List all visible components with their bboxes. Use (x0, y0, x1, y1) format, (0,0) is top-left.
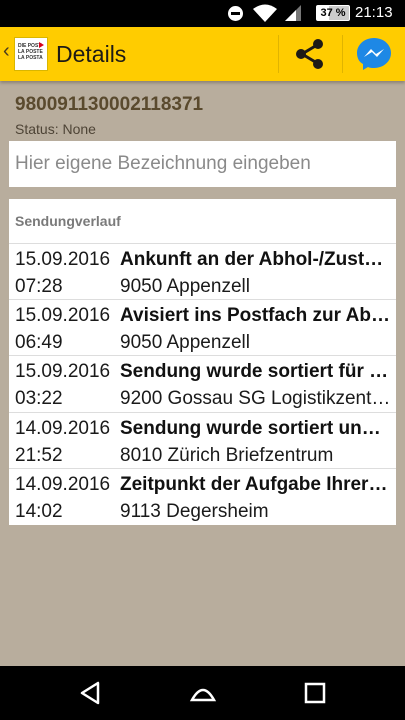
history-date: 15.09.2016 (15, 249, 111, 270)
history-time: 03:22 (15, 388, 63, 410)
history-row[interactable]: 15.09.2016 Sendung wurde sortiert für Zu… (9, 356, 396, 413)
divider (278, 35, 279, 73)
history-location: 9200 Gossau SG Logistikzentrum (120, 388, 392, 410)
history-location: 9050 Appenzell (120, 332, 250, 354)
history-row[interactable]: 15.09.2016 Ankunft an der Abhol-/Zustell… (9, 244, 396, 301)
logo-line: LA POSTA (18, 55, 43, 61)
history-time: 07:28 (15, 276, 63, 297)
app-bar: ‹ DIE POST LA POSTE LA POSTA Details (0, 27, 405, 81)
back-triangle-icon[interactable] (76, 678, 106, 708)
wifi-icon (253, 4, 277, 22)
history-time: 21:52 (15, 444, 63, 466)
history-time: 14:02 (15, 500, 63, 522)
history-date: 15.09.2016 (15, 361, 111, 383)
history-event: Zeitpunkt der Aufgabe Ihrer Sendung (120, 473, 392, 495)
history-event: Sendung wurde sortiert für Zustellung (120, 361, 392, 383)
history-location: 9113 Degersheim (120, 500, 269, 522)
history-row[interactable]: 14.09.2016 Zeitpunkt der Aufgabe Ihrer S… (9, 469, 396, 525)
history-time: 06:49 (15, 332, 63, 354)
history-date: 14.09.2016 (15, 417, 111, 439)
history-row[interactable]: 15.09.2016 Avisiert ins Postfach zur Abh… (9, 300, 396, 357)
history-event: Avisiert ins Postfach zur Abholung (120, 305, 392, 327)
history-row[interactable]: 14.09.2016 Sendung wurde sortiert und we… (9, 413, 396, 469)
battery-icon: 37 % (316, 5, 350, 21)
logo-arrow (39, 42, 44, 48)
history-date: 14.09.2016 (15, 473, 111, 495)
page-title: Details (56, 41, 127, 67)
up-navigation-chevron-icon[interactable]: ‹ (3, 40, 10, 63)
signal-icon (285, 5, 301, 21)
shipment-history-card: Sendungverlauf 15.09.2016 Ankunft an der… (9, 199, 396, 525)
divider (342, 35, 343, 73)
post-logo[interactable]: DIE POST LA POSTE LA POSTA (14, 37, 48, 71)
history-location: 9050 Appenzell (120, 276, 250, 297)
history-event: Sendung wurde sortiert und weitergeleite… (120, 417, 392, 439)
history-header: Sendungverlauf (9, 199, 396, 244)
shipment-status: Status: None (15, 121, 96, 137)
clock: 21:13 (355, 4, 393, 21)
messenger-icon[interactable] (348, 33, 400, 75)
history-event: Ankunft an der Abhol-/Zustellstelle (120, 249, 392, 270)
tracking-number: 98009113000211837​1 (15, 94, 204, 115)
recents-square-icon[interactable] (300, 678, 330, 708)
history-location: 8010 Zürich Briefzentrum (120, 444, 334, 466)
history-date: 15.09.2016 (15, 305, 111, 327)
do-not-disturb-icon (228, 6, 243, 21)
status-bar: 37 % 21:13 (0, 0, 405, 27)
home-circle-icon[interactable] (188, 678, 218, 708)
custom-name-input[interactable] (9, 141, 396, 187)
share-icon[interactable] (282, 33, 337, 75)
system-nav-bar (0, 666, 405, 720)
